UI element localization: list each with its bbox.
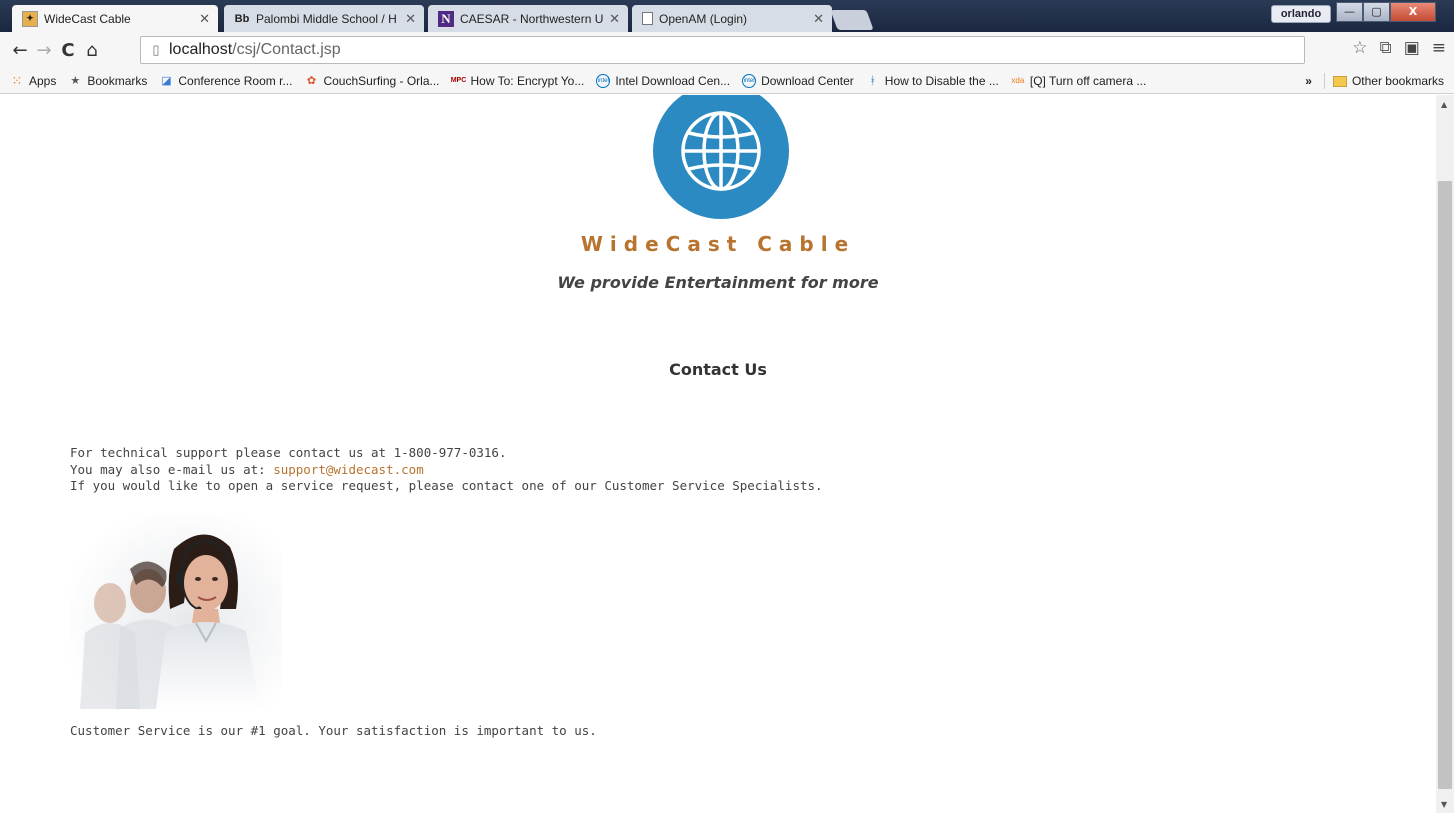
bookmarks-right: » Other bookmarks xyxy=(1305,73,1444,89)
page-title: Contact Us xyxy=(669,360,767,379)
window-controls: — ▢ X xyxy=(1336,2,1436,22)
bookmark-star-icon[interactable]: ☆ xyxy=(1352,38,1367,58)
intel-icon: intel xyxy=(742,73,757,88)
browser-toolbar: ← → C ⌂ ▯ localhost/csj/Contact.jsp ☆ ⧉ … xyxy=(0,32,1454,68)
intel-icon: intel xyxy=(596,73,611,88)
bookmark-label: Intel Download Cen... xyxy=(615,73,731,88)
bookmark-item[interactable]: ✿ CouchSurfing - Orla... xyxy=(304,73,440,88)
bookmark-item[interactable]: ᚼ How to Disable the ... xyxy=(866,73,999,88)
tab-title: WideCast Cable xyxy=(44,11,131,26)
browser-tab-strip: ✦ WideCast Cable ✕ Bb Palombi Middle Sch… xyxy=(0,0,1454,32)
tab-palombi[interactable]: Bb Palombi Middle School / H ✕ xyxy=(224,5,424,32)
scroll-up-icon[interactable]: ▲ xyxy=(1441,100,1447,109)
conference-icon: ◪ xyxy=(161,75,172,87)
tab-close-icon[interactable]: ✕ xyxy=(199,11,210,27)
bookmark-label: How To: Encrypt Yo... xyxy=(470,73,585,88)
contact-info: For technical support please contact us … xyxy=(70,445,823,495)
star-icon: ★ xyxy=(70,75,81,87)
brand-title: WideCast Cable xyxy=(580,232,856,256)
toolbar-right: ☆ ⧉ ▣ ≡ xyxy=(1352,38,1446,58)
tab-close-icon[interactable]: ✕ xyxy=(405,11,416,27)
tab-title: OpenAM (Login) xyxy=(659,11,748,26)
chrome-menu-icon[interactable]: ≡ xyxy=(1432,38,1446,58)
url-path: /csj/Contact.jsp xyxy=(232,41,341,58)
back-icon[interactable]: ← xyxy=(8,40,32,61)
scrollbar-thumb[interactable] xyxy=(1438,181,1452,789)
address-bar[interactable]: ▯ localhost/csj/Contact.jsp xyxy=(140,36,1305,64)
service-request-text: If you would like to open a service requ… xyxy=(70,478,823,493)
bookmark-item[interactable]: xda [Q] Turn off camera ... xyxy=(1011,73,1147,88)
tab-widecast[interactable]: ✦ WideCast Cable ✕ xyxy=(12,5,218,32)
blackboard-favicon: Bb xyxy=(234,12,250,25)
widecast-favicon: ✦ xyxy=(22,10,38,27)
person-icon: ᚼ xyxy=(869,74,877,87)
globe-logo xyxy=(653,95,789,219)
forward-icon[interactable]: → xyxy=(32,40,56,61)
bookmark-label: CouchSurfing - Orla... xyxy=(323,73,440,88)
bookmark-item[interactable]: MPC How To: Encrypt Yo... xyxy=(450,73,585,88)
extension-icon[interactable]: ⧉ xyxy=(1380,38,1392,58)
bookmark-label: Download Center xyxy=(761,73,854,88)
bookmark-label: [Q] Turn off camera ... xyxy=(1029,73,1147,88)
globe-icon xyxy=(681,111,761,191)
new-tab-button[interactable] xyxy=(830,10,874,30)
minimize-button[interactable]: — xyxy=(1336,2,1363,22)
footer-text: Customer Service is our #1 goal. Your sa… xyxy=(70,723,597,738)
page-icon xyxy=(642,12,653,25)
customer-service-agents-image xyxy=(70,513,282,709)
extension-square-icon[interactable]: ▣ xyxy=(1404,38,1420,58)
bookmark-apps[interactable]: ⁙ Apps xyxy=(10,72,57,88)
vertical-scrollbar[interactable]: ▲ ▼ xyxy=(1436,95,1454,813)
bookmark-item[interactable]: ◪ Conference Room r... xyxy=(159,74,292,88)
reload-icon[interactable]: C xyxy=(56,40,80,61)
bookmark-item[interactable]: intel Download Center xyxy=(742,73,854,88)
bookmark-label: Conference Room r... xyxy=(178,73,293,88)
couchsurfing-icon: ✿ xyxy=(306,75,317,87)
tab-close-icon[interactable]: ✕ xyxy=(609,11,620,27)
tab-openam[interactable]: OpenAM (Login) ✕ xyxy=(632,5,832,32)
close-window-button[interactable]: X xyxy=(1390,2,1436,22)
email-line: You may also e-mail us at: support@widec… xyxy=(70,462,823,479)
scroll-down-icon[interactable]: ▼ xyxy=(1441,800,1447,809)
bookmark-item[interactable]: intel Intel Download Cen... xyxy=(596,73,731,88)
maximize-button[interactable]: ▢ xyxy=(1363,2,1390,22)
tab-caesar[interactable]: N CAESAR - Northwestern U ✕ xyxy=(428,5,628,32)
bookmark-bookmarks[interactable]: ★ Bookmarks xyxy=(68,74,147,88)
support-phone-text: For technical support please contact us … xyxy=(70,445,507,460)
home-icon[interactable]: ⌂ xyxy=(80,40,104,61)
apps-grid-icon: ⁙ xyxy=(11,72,23,88)
bookmarks-overflow-button[interactable]: » xyxy=(1305,74,1312,88)
bookmark-divider xyxy=(1323,73,1325,89)
xda-icon: xda xyxy=(1011,76,1025,85)
bookmark-label: How to Disable the ... xyxy=(884,73,999,88)
profile-button[interactable]: orlando xyxy=(1271,5,1331,23)
page-content: WideCast Cable We provide Entertainment … xyxy=(0,95,1436,813)
bookmark-label: Bookmarks xyxy=(87,73,148,88)
bookmarks-bar: ⁙ Apps ★ Bookmarks ◪ Conference Room r..… xyxy=(0,68,1454,94)
page-info-icon[interactable]: ▯ xyxy=(147,42,165,58)
tagline: We provide Entertainment for more xyxy=(557,273,879,292)
folder-icon xyxy=(1332,75,1347,87)
tab-title: Palombi Middle School / H xyxy=(256,11,397,26)
tab-close-icon[interactable]: ✕ xyxy=(813,11,824,27)
email-prefix: You may also e-mail us at: xyxy=(70,461,274,477)
tab-title: CAESAR - Northwestern U xyxy=(460,11,604,26)
support-email-link[interactable]: support@widecast.com xyxy=(273,462,424,477)
other-bookmarks[interactable]: Other bookmarks xyxy=(1352,74,1444,88)
mpc-icon: MPC xyxy=(450,77,467,84)
northwestern-favicon: N xyxy=(438,10,454,27)
bookmark-label: Apps xyxy=(29,73,57,88)
url-host: localhost xyxy=(169,41,233,58)
